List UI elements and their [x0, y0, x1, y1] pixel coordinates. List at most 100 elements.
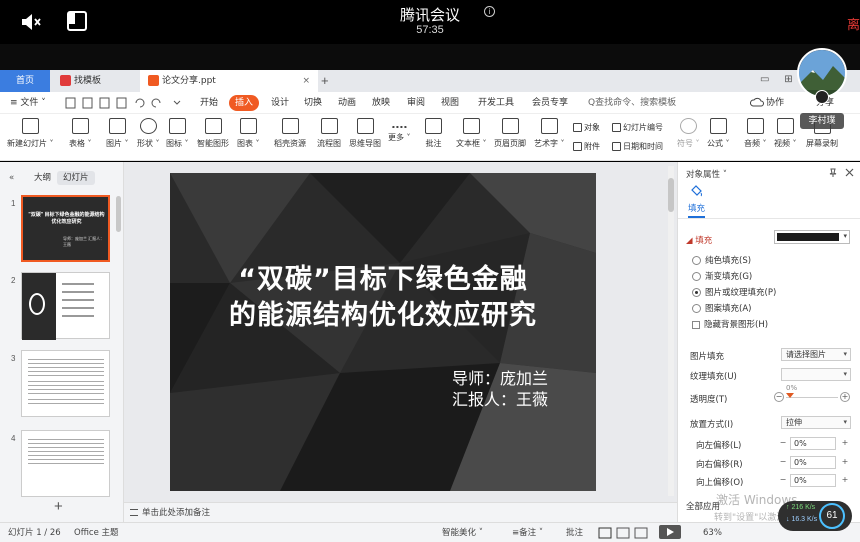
notes-bar[interactable]: 单击此处添加备注	[124, 502, 677, 522]
collab-button[interactable]: 协作	[766, 92, 784, 114]
leave-meeting-button[interactable]: 离	[847, 14, 860, 33]
ppt-file-icon	[148, 75, 159, 86]
current-slide[interactable]: “双碳”目标下绿色金融 的能源结构优化效应研究 导师：庞加兰 汇报人：王薇	[170, 173, 596, 491]
close-tab-icon[interactable]: ×	[302, 70, 310, 92]
menu-insert[interactable]: 插入	[229, 95, 260, 111]
offset-left-stepper[interactable]: −0% +	[778, 437, 850, 450]
offset-right-label: 向右偏移(R)	[696, 460, 743, 470]
transparency-slider[interactable]: − 0% +	[774, 384, 852, 404]
offset-right-stepper[interactable]: −0% +	[778, 456, 850, 469]
menu-view[interactable]: 视图	[441, 92, 459, 114]
thumb-scrollbar[interactable]	[116, 196, 121, 232]
menu-animation[interactable]: 动画	[338, 92, 356, 114]
new-slide-button[interactable]: 新建幻灯片 ˅	[7, 118, 54, 149]
menu-review[interactable]: 审阅	[407, 92, 425, 114]
tab-document-label: 论文分享.ppt	[162, 76, 216, 86]
shape-button[interactable]: 形状 ˅	[137, 118, 160, 149]
table-button[interactable]: 表格 ˅	[69, 118, 92, 149]
decrease-icon[interactable]: −	[774, 392, 784, 402]
notes-toggle-button[interactable]: ≡备注 ˅	[512, 523, 543, 542]
attachment-button[interactable]: 附件	[573, 141, 600, 152]
tab-home[interactable]: 首页	[0, 70, 50, 92]
menu-design[interactable]: 设计	[271, 92, 289, 114]
smart-art-button[interactable]: 智能图形	[197, 118, 229, 149]
menu-file[interactable]: ≡ 文件 ˅	[10, 92, 46, 114]
tab-outline[interactable]: 大纲	[28, 171, 57, 185]
fill-color-swatch[interactable]: ▾	[774, 230, 850, 244]
fill-bucket-icon[interactable]	[690, 184, 703, 197]
tab-template[interactable]: 找模板	[52, 70, 136, 92]
zoom-level[interactable]: 63%	[703, 523, 722, 542]
slide-thumbnail-4[interactable]	[21, 430, 110, 497]
meeting-title: 腾讯会议	[399, 6, 460, 24]
increase-icon[interactable]: +	[840, 392, 850, 402]
symbol-button[interactable]: 符号 ˅	[677, 118, 700, 149]
cloud-sync-icon[interactable]	[750, 96, 764, 110]
date-time-button[interactable]: 日期和时间	[612, 141, 663, 152]
slide-thumbnail-2[interactable]	[21, 272, 110, 340]
radio-pattern-fill[interactable]: 图案填充(A)	[692, 302, 751, 314]
texture-fill-select[interactable]: ▾	[781, 368, 851, 381]
audio-button[interactable]: 音频 ˅	[744, 118, 767, 149]
picture-button[interactable]: 图片 ˅	[106, 118, 129, 149]
slide-thumbnail-1[interactable]: "双碳" 目标下绿色金融的能源结构优化效应研究 导师：庞加兰 汇报人：王薇	[21, 195, 110, 262]
collapse-panel-icon[interactable]: «	[3, 171, 20, 185]
view-mode-icons[interactable]	[598, 527, 656, 539]
quick-access-toolbar[interactable]	[64, 96, 182, 110]
slide-number-button[interactable]: 幻灯片编号	[612, 122, 663, 133]
tab-slides[interactable]: 幻灯片	[57, 171, 95, 185]
chevron-down-icon: ▾	[843, 350, 847, 358]
object-button[interactable]: 对象	[573, 122, 600, 133]
header-footer-button[interactable]: 页眉页脚	[494, 118, 526, 149]
separator-band	[0, 44, 860, 70]
tab-document[interactable]: 论文分享.ppt ×	[140, 70, 318, 92]
picture-fill-select[interactable]: 请选择图片 ▾	[781, 348, 851, 361]
icon-button[interactable]: 图标 ˅	[166, 118, 189, 149]
canvas-scroll-thumb[interactable]	[668, 178, 674, 212]
smart-beautify-button[interactable]: 智能美化 ˅	[442, 523, 483, 542]
flowchart-button[interactable]: 流程图	[317, 118, 341, 149]
placement-select[interactable]: 拉伸 ▾	[781, 416, 851, 429]
chart-button[interactable]: 图表 ˅	[237, 118, 260, 149]
menu-slideshow[interactable]: 放映	[372, 92, 390, 114]
canvas-scrollbar[interactable]	[668, 166, 674, 496]
theme-name[interactable]: Office 主题	[74, 523, 119, 542]
radio-gradient-fill[interactable]: 渐变填充(G)	[692, 270, 752, 282]
menu-member[interactable]: 会员专享	[532, 92, 568, 114]
more-button[interactable]: 更多 ˅	[388, 118, 411, 143]
menu-start[interactable]: 开始	[200, 92, 218, 114]
slider-handle[interactable]	[786, 393, 794, 398]
info-icon[interactable]: i	[484, 6, 495, 17]
panel-title[interactable]: 对象属性 ˅	[686, 168, 727, 180]
textbox-button[interactable]: 文本框 ˅	[456, 118, 487, 149]
participant-name: 李村璞	[800, 113, 844, 129]
wordart-icon	[540, 118, 558, 134]
comment-button[interactable]: 批注	[425, 118, 442, 149]
formula-button[interactable]: 公式 ˅	[707, 118, 730, 149]
search-command-input[interactable]: Q查找命令、搜索模板	[588, 92, 676, 114]
usage-percent: 61	[819, 503, 845, 529]
slide-thumbnail-3[interactable]	[21, 350, 110, 417]
radio-solid-fill[interactable]: 纯色填充(S)	[692, 254, 751, 266]
offset-up-stepper[interactable]: −0% +	[778, 474, 850, 487]
menu-developer[interactable]: 开发工具	[478, 92, 514, 114]
chevron-down-icon: ▾	[843, 370, 847, 378]
smart-art-icon	[204, 118, 222, 134]
thumb-1-title: "双碳" 目标下绿色金融的能源结构优化效应研究	[28, 212, 105, 225]
panel-pin-close-icons[interactable]	[828, 168, 856, 178]
add-slide-button[interactable]: +	[54, 498, 63, 515]
checkbox-hide-background[interactable]: 隐藏背景图形(H)	[692, 318, 768, 330]
omega-symbol-icon	[679, 118, 697, 134]
mindmap-button[interactable]: 思维导图	[349, 118, 381, 149]
play-slideshow-button[interactable]	[659, 525, 681, 539]
tab-fill[interactable]: 填充	[688, 202, 706, 218]
fill-section-header[interactable]: ◢ 填充	[686, 234, 712, 246]
comments-toggle-button[interactable]: 批注	[566, 523, 583, 542]
network-speed-widget[interactable]: ↑ 216 K/s ↓ 16.3 K/s 61	[778, 501, 852, 531]
menu-transition[interactable]: 切换	[304, 92, 322, 114]
video-button[interactable]: 视频 ˅	[774, 118, 797, 149]
wordart-button[interactable]: 艺术字 ˅	[534, 118, 565, 149]
docer-resource-button[interactable]: 稻壳资源	[274, 118, 306, 149]
radio-picture-fill[interactable]: 图片或纹理填充(P)	[692, 286, 776, 298]
new-tab-button[interactable]: +	[321, 70, 329, 92]
